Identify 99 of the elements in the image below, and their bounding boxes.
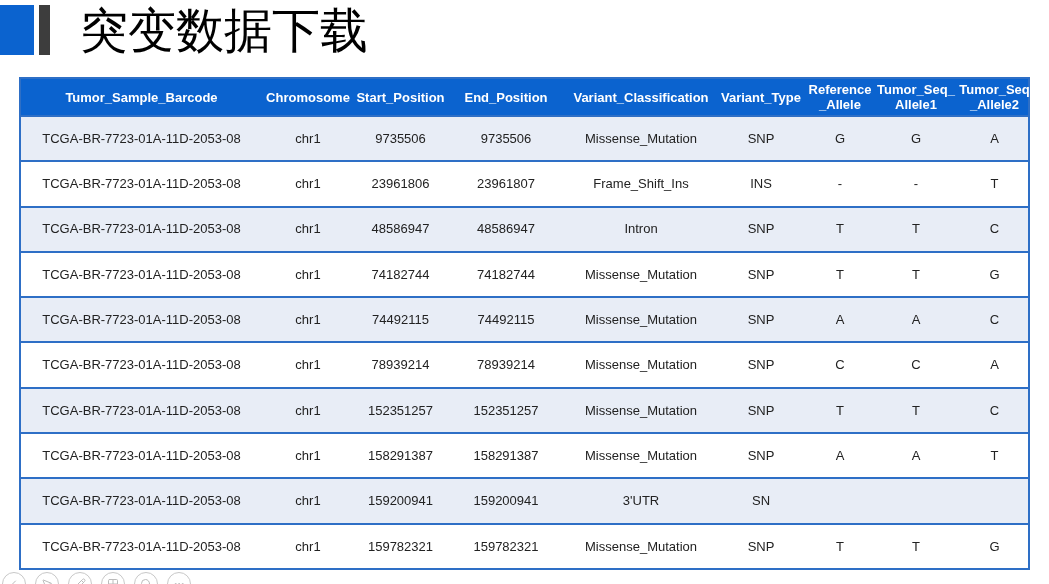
table-cell-text: 158291387 (367, 446, 434, 465)
table-cell-text: SN (751, 492, 771, 511)
table-cell-text: A (835, 446, 845, 465)
table-cell-text: A (911, 446, 921, 465)
table-cell-text: TCGA-BR-7723-01A-11D-2053-08 (42, 220, 241, 239)
column-header: Chromosome (266, 89, 350, 105)
table-cell-text: G (910, 129, 922, 148)
table-cell-text: T (990, 446, 999, 465)
table-cell-text: Missense_Mutation (585, 265, 697, 284)
table-cell-text: T (836, 265, 844, 284)
table-cell-text: 74182744 (477, 265, 535, 284)
table-cell-text: chr1 (295, 446, 321, 465)
table-cell-text: Missense_Mutation (585, 537, 697, 556)
table-cell-text: SNP (747, 129, 775, 148)
table-cell-text: TCGA-BR-7723-01A-11D-2053-08 (42, 537, 241, 556)
table-cell-text: 78939214 (477, 356, 535, 375)
table-cell-text: 74182744 (371, 265, 430, 284)
table-cell-text: 3'UTR (622, 492, 660, 511)
table-cell-text: 152351257 (473, 401, 539, 420)
table-cell-text: C (989, 311, 1000, 330)
table-cell-text: TCGA-BR-7723-01A-11D-2053-08 (42, 492, 241, 511)
table-cell-text: chr1 (295, 356, 321, 375)
column-header: Variant_Classification (573, 89, 709, 105)
table-cell-text: chr1 (295, 492, 321, 511)
column-header: Variant_Type (721, 89, 801, 105)
table-cell-text: T (990, 175, 999, 194)
table-cell-text: 159200941 (473, 492, 539, 511)
table-cell-text: A (990, 356, 999, 375)
table-cell-text: INS (750, 175, 772, 194)
table-cell-text: A (835, 311, 845, 330)
table-cell-text: 9735506 (480, 129, 532, 148)
table-cell-text: 9735506 (375, 129, 426, 148)
column-header: Tumor_Seq_Allele1 (876, 82, 956, 112)
table-cell-text: TCGA-BR-7723-01A-11D-2053-08 (42, 175, 241, 194)
table-cell-text: TCGA-BR-7723-01A-11D-2053-08 (42, 356, 241, 375)
table-cell-text: TCGA-BR-7723-01A-11D-2053-08 (42, 446, 241, 465)
table-cell-text: Intron (624, 220, 658, 239)
slide-title: 突变数据下载 (80, 2, 368, 58)
table-cell-text: Missense_Mutation (585, 129, 697, 148)
table-cell-text: SNP (747, 446, 775, 465)
title-accent-bar (39, 5, 50, 55)
table-cell-text: Frame_Shift_Ins (593, 175, 689, 194)
table-cell-text: G (834, 129, 846, 148)
table-cell-text: T (836, 537, 844, 556)
table-cell-text: T (836, 220, 844, 239)
table-cell-text: 74492115 (372, 311, 429, 330)
table-cell-text: chr1 (295, 129, 321, 148)
table-cell-text: chr1 (295, 537, 321, 556)
table-cell-text: Missense_Mutation (585, 446, 697, 465)
title-accent-block (0, 5, 34, 55)
table-cell-text: T (912, 537, 920, 556)
column-header: Tumor_Seq_Allele2 (958, 82, 1031, 112)
table-cell-text: 159782321 (367, 537, 434, 556)
table-cell-text: chr1 (295, 220, 321, 239)
table-cell-text: A (990, 129, 999, 148)
table-cell-text: C (911, 356, 921, 375)
table-cell-text: G (989, 537, 1000, 556)
table-cell-text: SNP (747, 401, 775, 420)
table-cell-text: 78939214 (371, 356, 430, 375)
column-header: Reference_Allele (807, 82, 873, 112)
table-cell-text: C (989, 401, 1000, 420)
table-cell-text: 48586947 (371, 220, 430, 239)
table-cell-text: 23961807 (477, 175, 535, 194)
table-cell-text: 152351257 (367, 401, 434, 420)
table-cell-text: 48586947 (477, 220, 535, 239)
column-header: Start_Position (356, 89, 445, 105)
table-cell-text: chr1 (295, 401, 321, 420)
table-cell-text: - (913, 175, 919, 194)
table-cell-text: TCGA-BR-7723-01A-11D-2053-08 (42, 311, 241, 330)
table-cell-text: Missense_Mutation (585, 311, 697, 330)
table-cell-text: T (912, 220, 920, 239)
table-cell-text: chr1 (295, 265, 321, 284)
table-cell-text: G (989, 265, 1000, 284)
table-cell-text: A (911, 311, 921, 330)
table-cell-text: TCGA-BR-7723-01A-11D-2053-08 (42, 129, 241, 148)
column-header: Tumor_Sample_Barcode (65, 89, 218, 105)
table-cell-text: SNP (747, 265, 775, 284)
table-cell-text: TCGA-BR-7723-01A-11D-2053-08 (42, 265, 241, 284)
table-cell-text: C (835, 356, 845, 375)
table-cell-text: - (837, 175, 843, 194)
table-cell-text: T (836, 401, 844, 420)
table-cell-text: SNP (747, 356, 775, 375)
table-cell-text: 158291387 (473, 446, 539, 465)
table-cell-text: chr1 (295, 311, 321, 330)
table-cell-text: T (912, 265, 920, 284)
table-cell-text: chr1 (295, 175, 321, 194)
table-cell-text: SNP (747, 220, 775, 239)
table-cell-text: C (989, 220, 1000, 239)
table-cell-text: 159200941 (367, 492, 434, 511)
table-cell-text: 23961806 (371, 175, 430, 194)
table-cell-text: 74492115 (477, 311, 535, 330)
table-cell-text: Missense_Mutation (585, 356, 697, 375)
table-cell-text: SNP (747, 537, 775, 556)
column-header: End_Position (464, 89, 548, 105)
table-cell-text: 159782321 (473, 537, 539, 556)
table-cell-text: SNP (747, 311, 775, 330)
table-cell-text: TCGA-BR-7723-01A-11D-2053-08 (42, 401, 241, 420)
table-cell-text: Missense_Mutation (585, 401, 697, 420)
table-cell-text: T (912, 401, 920, 420)
